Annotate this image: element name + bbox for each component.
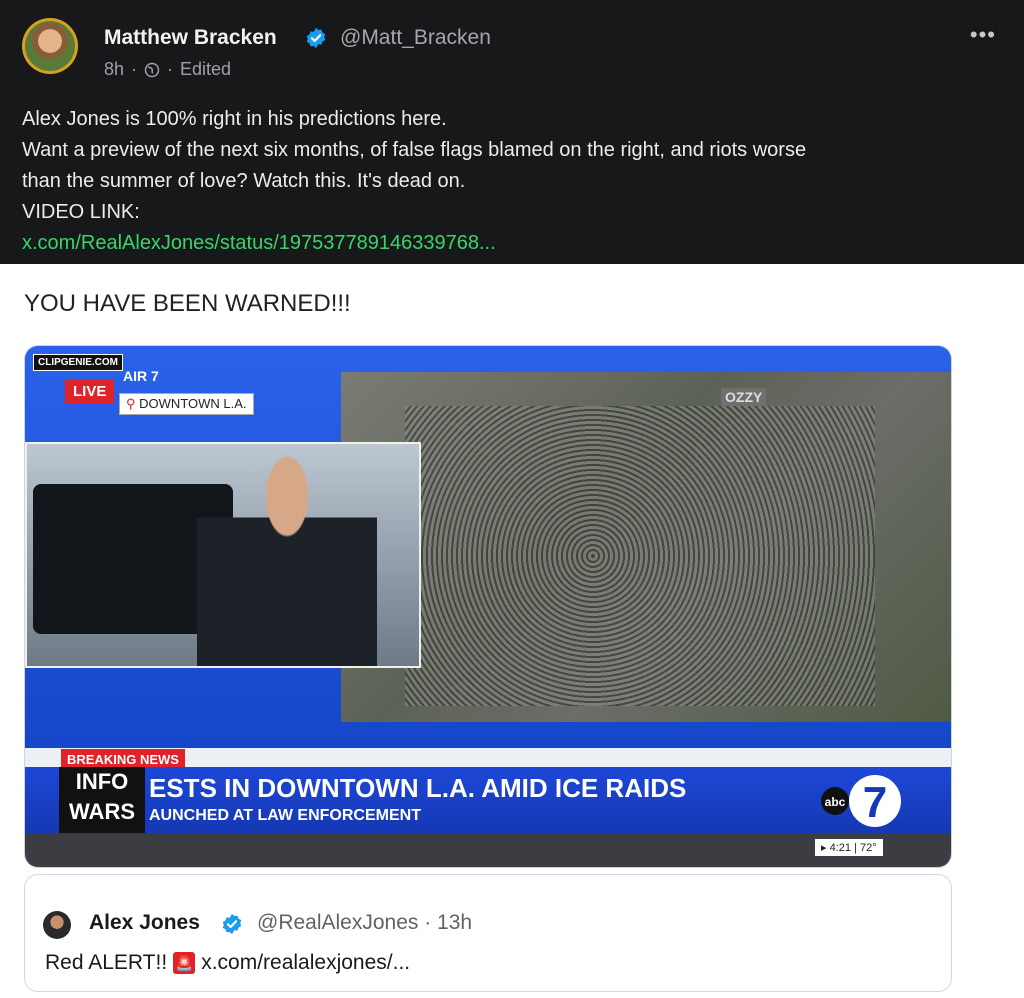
post-text-line: Alex Jones is 100% right in his predicti… — [22, 108, 447, 130]
ticker-bar: ▸ 4:21 | 72° — [25, 833, 951, 867]
quoted-text-body: Red ALERT!! — [45, 951, 168, 974]
post-meta: 8h · · Edited — [104, 59, 231, 80]
quoted-handle[interactable]: @RealAlexJones · 13h — [257, 911, 472, 935]
separator: · — [167, 59, 174, 79]
author-avatar[interactable] — [22, 18, 78, 74]
clip-watermark: CLIPGENIE.COM — [33, 354, 124, 371]
edited-label[interactable]: Edited — [180, 59, 231, 80]
channel-number: 7 — [863, 778, 887, 827]
post-text-line: Want a preview of the next six months, o… — [22, 139, 807, 161]
author-handle[interactable]: @Matt_Bracken — [340, 26, 491, 50]
location-pin-icon: ⚲ — [126, 396, 136, 411]
quoted-author-name[interactable]: Alex Jones — [89, 911, 200, 935]
post-text-line: VIDEO LINK: — [22, 201, 140, 223]
reporter-inset — [25, 442, 421, 668]
post: Matthew Bracken @Matt_Bracken 8h · · Edi… — [0, 0, 1024, 998]
news-headline: ESTS IN DOWNTOWN L.A. AMID ICE RAIDS — [149, 773, 687, 803]
video-player[interactable]: OZZY CLIPGENIE.COM LIVE AIR 7 ⚲ DOWNTOWN… — [24, 345, 952, 868]
post-time[interactable]: 8h — [104, 59, 124, 80]
video-link[interactable]: x.com/RealAlexJones/status/1975377891463… — [22, 228, 1002, 259]
card-heading: YOU HAVE BEEN WARNED!!! — [24, 290, 351, 317]
quoted-text: Red ALERT!! 🚨 x.com/realalexjones/... — [45, 951, 410, 975]
news-frame: OZZY CLIPGENIE.COM LIVE AIR 7 ⚲ DOWNTOWN… — [25, 346, 951, 748]
more-icon[interactable]: ••• — [970, 22, 996, 48]
verified-badge-icon — [222, 913, 242, 935]
siren-emoji-icon: 🚨 — [173, 952, 196, 974]
building-sign: OZZY — [721, 388, 767, 406]
time-temp: ▸ 4:21 | 72° — [815, 839, 883, 856]
quoted-avatar[interactable] — [43, 911, 71, 939]
reporter-image — [197, 454, 377, 666]
abc7-logo: abc 7 — [817, 771, 909, 831]
separator: · — [131, 59, 138, 79]
infowars-logo: INFO WARS — [59, 767, 145, 833]
post-body: Alex Jones is 100% right in his predicti… — [22, 104, 1002, 259]
quoted-link[interactable]: x.com/realalexjones/... — [201, 951, 410, 975]
globe-icon — [144, 62, 160, 77]
news-subheadline: AUNCHED AT LAW ENFORCEMENT — [149, 807, 421, 824]
crowd-footage — [405, 406, 875, 706]
air7-label: AIR 7 — [123, 368, 159, 384]
lower-third: INFO WARS ESTS IN DOWNTOWN L.A. AMID ICE … — [25, 767, 951, 833]
location-tag: ⚲ DOWNTOWN L.A. — [119, 393, 254, 415]
verified-badge-icon — [306, 27, 326, 49]
location-text: DOWNTOWN L.A. — [139, 396, 247, 411]
post-text-line: than the summer of love? Watch this. It'… — [22, 170, 466, 192]
quoted-post[interactable]: Alex Jones @RealAlexJones · 13h Red ALER… — [24, 874, 952, 992]
abc-text: abc — [825, 795, 846, 809]
embedded-card: YOU HAVE BEEN WARNED!!! OZZY CLIPGENIE.C… — [0, 264, 1024, 998]
author-name[interactable]: Matthew Bracken — [104, 26, 277, 50]
live-badge: LIVE — [65, 379, 115, 404]
